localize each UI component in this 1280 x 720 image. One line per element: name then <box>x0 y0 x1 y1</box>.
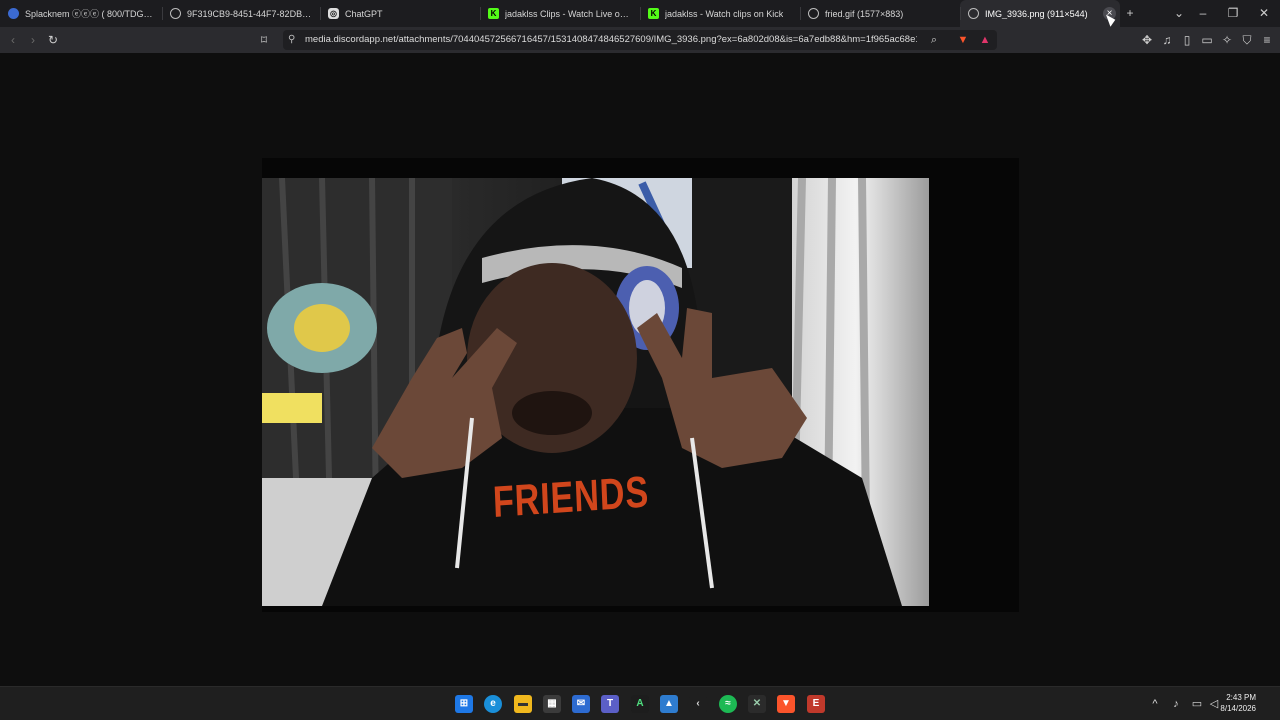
address-bar[interactable]: ⚲ media.discordapp.net/attachments/70440… <box>283 30 997 50</box>
network-icon[interactable]: ▭ <box>1190 697 1204 711</box>
outlook-icon[interactable]: ✉ <box>572 695 590 713</box>
page-viewport: FRIENDS <box>0 53 1280 686</box>
app-arrow-icon[interactable]: ‹ <box>689 695 707 713</box>
tab-guid[interactable]: 9F319CB9-8451-44F7-82DB-50CF03 <box>162 0 320 27</box>
media-icon[interactable]: ♫ <box>1159 32 1175 48</box>
tab-chatgpt[interactable]: ◎ ChatGPT <box>320 0 480 27</box>
brave-rewards-icon[interactable]: ▲ <box>977 32 993 48</box>
globe-icon <box>808 8 819 19</box>
url-text: media.discordapp.net/attachments/7044045… <box>305 34 917 45</box>
microphone-icon[interactable]: ♪ <box>1169 697 1183 711</box>
browser-toolbar: ‹ › ↻ ⌑ ⚲ media.discordapp.net/attachmen… <box>0 27 1280 53</box>
store-icon[interactable]: ▦ <box>543 695 561 713</box>
tab-title: jadaklss Clips - Watch Live on Kick <box>505 8 632 19</box>
photos-icon[interactable]: ▲ <box>660 695 678 713</box>
wallet-icon[interactable]: ▭ <box>1199 32 1215 48</box>
minimize-icon[interactable]: – <box>1195 5 1211 21</box>
app-a-icon[interactable]: A <box>631 695 649 713</box>
tab-splacknem[interactable]: Splacknem ⓔⓔⓔ ( 800/TDG/Sw <box>0 0 162 27</box>
sidebar-icon[interactable]: ▯ <box>1179 32 1195 48</box>
forward-icon[interactable]: › <box>25 32 41 48</box>
tab-title: 9F319CB9-8451-44F7-82DB-50CF03 <box>187 8 312 19</box>
kick-icon: K <box>488 8 499 19</box>
close-window-icon[interactable]: ✕ <box>1256 5 1272 21</box>
tab-title: ChatGPT <box>345 8 383 19</box>
webcam-photo: FRIENDS <box>262 178 929 606</box>
menu-icon[interactable]: ≡ <box>1259 32 1275 48</box>
clock-time: 2:43 PM <box>1226 693 1256 702</box>
epic-games-icon[interactable]: E <box>807 695 825 713</box>
start-icon[interactable]: ⊞ <box>455 695 473 713</box>
tab-title: jadaklss - Watch clips on Kick <box>665 8 784 19</box>
taskbar: ⊞ e ▬ ▦ ✉ T A ▲ ‹ ≈ ✕ ▼ E ^ ♪ ▭ ◁ 2:43 P… <box>0 686 1280 720</box>
tab-kick-clips[interactable]: K jadaklss Clips - Watch Live on Kick <box>480 0 640 27</box>
tab-kick-watch[interactable]: K jadaklss - Watch clips on Kick <box>640 0 800 27</box>
brave-shields-icon[interactable]: ▼ <box>955 32 971 48</box>
volume-icon[interactable]: ◁ <box>1207 697 1221 711</box>
new-tab-icon[interactable]: + <box>1122 5 1138 21</box>
displayed-image[interactable]: FRIENDS <box>262 158 1019 612</box>
spotify-icon[interactable]: ≈ <box>719 695 737 713</box>
photo-illustration <box>262 178 929 606</box>
bookmark-icon[interactable]: ⌑ <box>256 32 272 48</box>
back-icon[interactable]: ‹ <box>5 32 21 48</box>
tab-title: IMG_3936.png (911×544) <box>985 8 1088 19</box>
leo-ai-icon[interactable]: ✧ <box>1219 32 1235 48</box>
reload-icon[interactable]: ↻ <box>45 32 61 48</box>
tab-img-3936[interactable]: IMG_3936.png (911×544) × <box>960 0 1120 27</box>
globe-icon <box>8 8 19 19</box>
tab-title: Splacknem ⓔⓔⓔ ( 800/TDG/Sw <box>25 9 154 19</box>
globe-icon <box>968 8 979 19</box>
tray-chevron-icon[interactable]: ^ <box>1148 697 1162 711</box>
taskbar-clock[interactable]: 2:43 PM 8/14/2026 <box>1220 692 1256 714</box>
brave-taskbar-icon[interactable]: ▼ <box>777 695 795 713</box>
chatgpt-icon: ◎ <box>328 8 339 19</box>
file-explorer-icon[interactable]: ▬ <box>514 695 532 713</box>
tab-strip: Splacknem ⓔⓔⓔ ( 800/TDG/Sw 9F319CB9-8451… <box>0 0 1280 27</box>
zoom-icon[interactable]: ⌕ <box>926 32 942 48</box>
shirt-text: FRIENDS <box>492 467 650 527</box>
kick-icon: K <box>648 8 659 19</box>
restore-icon[interactable]: ❐ <box>1225 5 1241 21</box>
edge-icon[interactable]: e <box>484 695 502 713</box>
app-x-icon[interactable]: ✕ <box>748 695 766 713</box>
vpn-icon[interactable]: ⛉ <box>1239 32 1255 48</box>
teams-icon[interactable]: T <box>601 695 619 713</box>
chevron-down-icon[interactable]: ⌄ <box>1171 5 1187 21</box>
tab-fried-gif[interactable]: fried.gif (1577×883) <box>800 0 960 27</box>
site-info-icon[interactable]: ⚲ <box>288 33 295 47</box>
globe-icon <box>170 8 181 19</box>
clock-date: 8/14/2026 <box>1220 704 1256 713</box>
extensions-icon[interactable]: ✥ <box>1139 32 1155 48</box>
tab-title: fried.gif (1577×883) <box>825 8 904 19</box>
